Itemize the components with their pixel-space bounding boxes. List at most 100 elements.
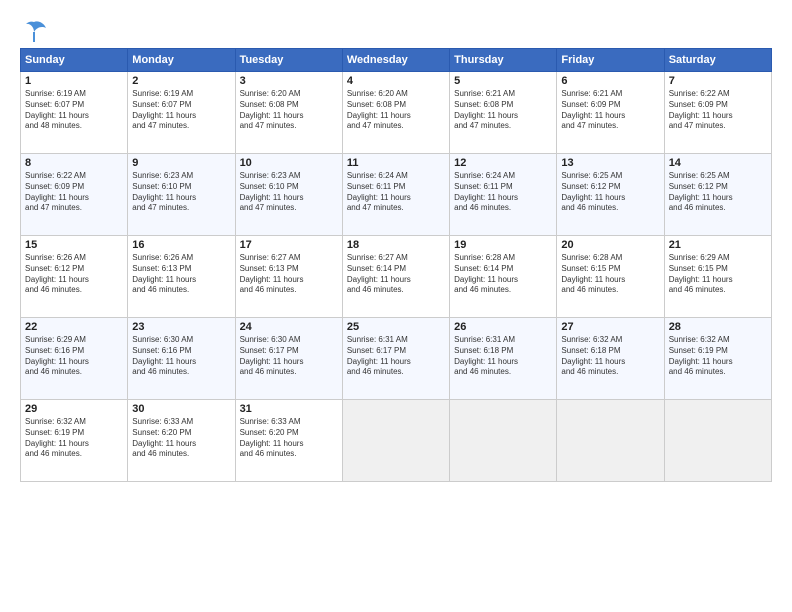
day-number: 31 [240, 403, 338, 415]
day-info: Sunrise: 6:33 AM Sunset: 6:20 PM Dayligh… [240, 417, 338, 460]
calendar-cell [557, 400, 664, 482]
day-info: Sunrise: 6:23 AM Sunset: 6:10 PM Dayligh… [240, 171, 338, 214]
logo-bird-icon [20, 18, 48, 46]
day-number: 29 [25, 403, 123, 415]
calendar-cell: 13Sunrise: 6:25 AM Sunset: 6:12 PM Dayli… [557, 154, 664, 236]
day-info: Sunrise: 6:20 AM Sunset: 6:08 PM Dayligh… [240, 89, 338, 132]
calendar-cell: 9Sunrise: 6:23 AM Sunset: 6:10 PM Daylig… [128, 154, 235, 236]
col-thursday: Thursday [450, 49, 557, 72]
day-number: 14 [669, 157, 767, 169]
day-info: Sunrise: 6:31 AM Sunset: 6:17 PM Dayligh… [347, 335, 445, 378]
calendar-week-row: 8 Sunrise: 6:22 AM Sunset: 6:09 PM Daylig… [21, 154, 772, 236]
day-number: 21 [669, 239, 767, 251]
day-number: 4 [347, 75, 445, 87]
calendar-week-row: 15 Sunrise: 6:26 AM Sunset: 6:12 PM Dayli… [21, 236, 772, 318]
day-info: Sunrise: 6:22 AM Sunset: 6:09 PM Dayligh… [669, 89, 767, 132]
header [20, 18, 772, 40]
col-monday: Monday [128, 49, 235, 72]
calendar-cell: 20 Sunrise: 6:28 AM Sunset: 6:15 PM Dayli… [557, 236, 664, 318]
day-info: Sunrise: 6:29 AM Sunset: 6:16 PM Dayligh… [25, 335, 123, 378]
calendar-cell: 17 Sunrise: 6:27 AM Sunset: 6:13 PM Dayli… [235, 236, 342, 318]
day-number: 30 [132, 403, 230, 415]
day-info: Sunrise: 6:30 AM Sunset: 6:16 PM Dayligh… [132, 335, 230, 378]
calendar-cell: 6Sunrise: 6:21 AM Sunset: 6:09 PM Daylig… [557, 72, 664, 154]
calendar-cell: 23 Sunrise: 6:30 AM Sunset: 6:16 PM Dayli… [128, 318, 235, 400]
calendar-week-row: 22 Sunrise: 6:29 AM Sunset: 6:16 PM Dayli… [21, 318, 772, 400]
day-number: 8 [25, 157, 123, 169]
calendar-cell: 21 Sunrise: 6:29 AM Sunset: 6:15 PM Dayli… [664, 236, 771, 318]
calendar-cell: 16Sunrise: 6:26 AM Sunset: 6:13 PM Dayli… [128, 236, 235, 318]
calendar-cell: 29 Sunrise: 6:32 AM Sunset: 6:19 PM Dayli… [21, 400, 128, 482]
day-number: 17 [240, 239, 338, 251]
day-number: 27 [561, 321, 659, 333]
day-info: Sunrise: 6:23 AM Sunset: 6:10 PM Dayligh… [132, 171, 230, 214]
day-number: 15 [25, 239, 123, 251]
col-wednesday: Wednesday [342, 49, 449, 72]
day-number: 7 [669, 75, 767, 87]
calendar-cell: 24 Sunrise: 6:30 AM Sunset: 6:17 PM Dayli… [235, 318, 342, 400]
calendar-cell: 22 Sunrise: 6:29 AM Sunset: 6:16 PM Dayli… [21, 318, 128, 400]
day-info: Sunrise: 6:22 AM Sunset: 6:09 PM Dayligh… [25, 171, 123, 214]
day-number: 2 [132, 75, 230, 87]
day-info: Sunrise: 6:21 AM Sunset: 6:08 PM Dayligh… [454, 89, 552, 132]
calendar-cell: 7 Sunrise: 6:22 AM Sunset: 6:09 PM Daylig… [664, 72, 771, 154]
day-info: Sunrise: 6:32 AM Sunset: 6:19 PM Dayligh… [25, 417, 123, 460]
day-info: Sunrise: 6:28 AM Sunset: 6:15 PM Dayligh… [561, 253, 659, 296]
calendar-cell: 2 Sunrise: 6:19 AM Sunset: 6:07 PM Daylig… [128, 72, 235, 154]
day-info: Sunrise: 6:26 AM Sunset: 6:13 PM Dayligh… [132, 253, 230, 296]
calendar-cell: 18 Sunrise: 6:27 AM Sunset: 6:14 PM Dayli… [342, 236, 449, 318]
day-number: 5 [454, 75, 552, 87]
calendar-cell: 11Sunrise: 6:24 AM Sunset: 6:11 PM Dayli… [342, 154, 449, 236]
day-number: 6 [561, 75, 659, 87]
day-number: 13 [561, 157, 659, 169]
calendar-header-row: Sunday Monday Tuesday Wednesday Thursday… [21, 49, 772, 72]
col-saturday: Saturday [664, 49, 771, 72]
day-info: Sunrise: 6:24 AM Sunset: 6:11 PM Dayligh… [347, 171, 445, 214]
day-number: 28 [669, 321, 767, 333]
calendar-cell [450, 400, 557, 482]
day-number: 18 [347, 239, 445, 251]
day-info: Sunrise: 6:28 AM Sunset: 6:14 PM Dayligh… [454, 253, 552, 296]
day-number: 24 [240, 321, 338, 333]
day-number: 20 [561, 239, 659, 251]
calendar-week-row: 29 Sunrise: 6:32 AM Sunset: 6:19 PM Dayli… [21, 400, 772, 482]
day-number: 26 [454, 321, 552, 333]
day-info: Sunrise: 6:27 AM Sunset: 6:14 PM Dayligh… [347, 253, 445, 296]
calendar-cell: 15 Sunrise: 6:26 AM Sunset: 6:12 PM Dayli… [21, 236, 128, 318]
day-info: Sunrise: 6:24 AM Sunset: 6:11 PM Dayligh… [454, 171, 552, 214]
day-info: Sunrise: 6:27 AM Sunset: 6:13 PM Dayligh… [240, 253, 338, 296]
day-number: 25 [347, 321, 445, 333]
day-number: 1 [25, 75, 123, 87]
day-info: Sunrise: 6:26 AM Sunset: 6:12 PM Dayligh… [25, 253, 123, 296]
calendar-cell: 8 Sunrise: 6:22 AM Sunset: 6:09 PM Daylig… [21, 154, 128, 236]
page: Sunday Monday Tuesday Wednesday Thursday… [0, 0, 792, 612]
day-info: Sunrise: 6:19 AM Sunset: 6:07 PM Dayligh… [25, 89, 123, 132]
calendar-cell [342, 400, 449, 482]
day-number: 3 [240, 75, 338, 87]
col-tuesday: Tuesday [235, 49, 342, 72]
day-info: Sunrise: 6:32 AM Sunset: 6:18 PM Dayligh… [561, 335, 659, 378]
calendar-cell: 26 Sunrise: 6:31 AM Sunset: 6:18 PM Dayli… [450, 318, 557, 400]
calendar-cell: 14 Sunrise: 6:25 AM Sunset: 6:12 PM Dayli… [664, 154, 771, 236]
day-number: 10 [240, 157, 338, 169]
calendar-cell: 25 Sunrise: 6:31 AM Sunset: 6:17 PM Dayli… [342, 318, 449, 400]
day-info: Sunrise: 6:29 AM Sunset: 6:15 PM Dayligh… [669, 253, 767, 296]
calendar-cell: 10 Sunrise: 6:23 AM Sunset: 6:10 PM Dayli… [235, 154, 342, 236]
day-number: 12 [454, 157, 552, 169]
calendar-cell: 19Sunrise: 6:28 AM Sunset: 6:14 PM Dayli… [450, 236, 557, 318]
calendar-cell: 28Sunrise: 6:32 AM Sunset: 6:19 PM Dayli… [664, 318, 771, 400]
day-info: Sunrise: 6:25 AM Sunset: 6:12 PM Dayligh… [669, 171, 767, 214]
calendar-cell [664, 400, 771, 482]
col-friday: Friday [557, 49, 664, 72]
day-number: 23 [132, 321, 230, 333]
day-info: Sunrise: 6:30 AM Sunset: 6:17 PM Dayligh… [240, 335, 338, 378]
calendar-cell: 31 Sunrise: 6:33 AM Sunset: 6:20 PM Dayli… [235, 400, 342, 482]
calendar-cell: 27 Sunrise: 6:32 AM Sunset: 6:18 PM Dayli… [557, 318, 664, 400]
day-info: Sunrise: 6:19 AM Sunset: 6:07 PM Dayligh… [132, 89, 230, 132]
calendar-cell: 4Sunrise: 6:20 AM Sunset: 6:08 PM Daylig… [342, 72, 449, 154]
calendar-cell: 30Sunrise: 6:33 AM Sunset: 6:20 PM Dayli… [128, 400, 235, 482]
day-info: Sunrise: 6:31 AM Sunset: 6:18 PM Dayligh… [454, 335, 552, 378]
day-number: 22 [25, 321, 123, 333]
calendar-cell: 12 Sunrise: 6:24 AM Sunset: 6:11 PM Dayli… [450, 154, 557, 236]
calendar-cell: 1 Sunrise: 6:19 AM Sunset: 6:07 PM Daylig… [21, 72, 128, 154]
